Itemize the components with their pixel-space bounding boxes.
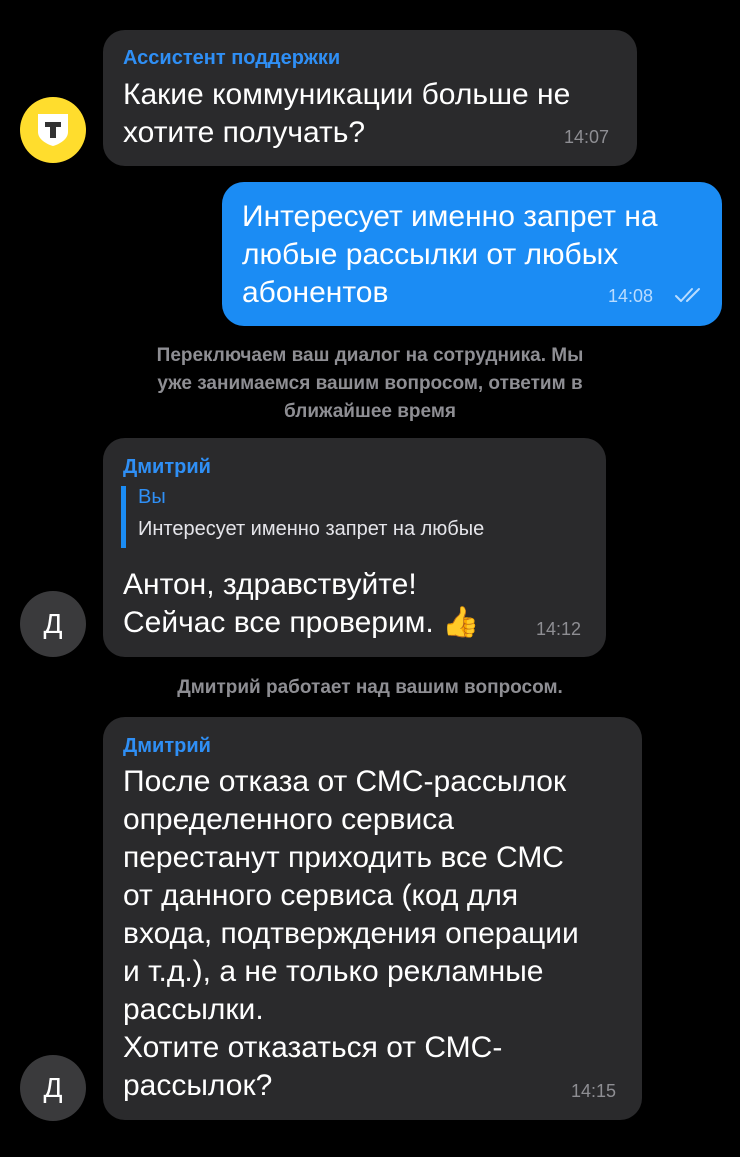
sender-name: Дмитрий (123, 735, 211, 757)
message-line: Сейчас все проверим. 👍 (123, 604, 479, 642)
message-text: Какие коммуникации больше не хотите полу… (123, 76, 570, 152)
message-line: рассылки. (123, 993, 264, 1026)
message-line-text: Сейчас все проверим. (123, 606, 434, 639)
system-note-line: ближайшее время (284, 401, 456, 422)
message-time: 14:07 (564, 127, 610, 147)
sender-name: Ассистент поддержки (123, 47, 341, 69)
sender-name: Дмитрий (123, 456, 211, 478)
message-line: от данного сервиса (код для (123, 879, 519, 912)
message-line: входа, подтверждения операции (123, 917, 579, 950)
assistant-avatar[interactable] (20, 97, 86, 163)
reply-author: Вы (138, 486, 166, 508)
message-line: рассылок? (123, 1069, 273, 1102)
message-line: любые рассылки от любых (242, 238, 619, 271)
message-text: После отказа от СМС-рассылок определенно… (123, 763, 579, 1105)
message-line: и т.д.), а не только рекламные (123, 955, 544, 988)
message-line: Антон, здравствуйте! (123, 568, 417, 601)
avatar-letter: Д (43, 1072, 63, 1103)
message-line: Интересует именно запрет на (242, 200, 658, 233)
message-line: хотите получать? (123, 116, 366, 149)
message-line: После отказа от СМС-рассылок (123, 765, 567, 798)
message-bubble[interactable]: Дмитрий Вы Интересует именно запрет на л… (103, 438, 606, 657)
agent-avatar[interactable]: Д (20, 591, 86, 657)
message-bubble[interactable]: Дмитрий После отказа от СМС-рассылок опр… (103, 717, 642, 1120)
avatar-letter: Д (43, 608, 63, 639)
system-note-line: Дмитрий работает над вашим вопросом. (177, 677, 563, 698)
message-outgoing[interactable]: Интересует именно запрет на любые рассыл… (222, 182, 722, 326)
reply-fade (550, 514, 596, 546)
system-note-working: Дмитрий работает над вашим вопросом. (0, 674, 740, 702)
agent-avatar[interactable]: Д (20, 1055, 86, 1121)
message-text: Интересует именно запрет на любые рассыл… (242, 198, 658, 312)
double-check-icon (675, 288, 700, 302)
message-time: 14:15 (571, 1081, 617, 1101)
system-note-line: Переключаем ваш диалог на сотрудника. Мы (156, 345, 584, 366)
message-line: перестанут приходить все СМС (123, 841, 564, 874)
message-bubble[interactable]: Ассистент поддержки Какие коммуникации б… (103, 30, 637, 166)
message-time: 14:12 (536, 619, 582, 639)
message-time: 14:08 (608, 286, 654, 306)
message-line: Хотите отказаться от СМС- (123, 1031, 503, 1064)
tinkoff-logo-icon (38, 114, 68, 146)
message-line: определенного сервиса (123, 803, 454, 836)
reply-snippet: Интересует именно запрет на любые (138, 518, 485, 540)
system-note-line: уже занимаемся вашим вопросом, ответим в (157, 373, 583, 394)
system-note-transfer: Переключаем ваш диалог на сотрудника. Мы… (0, 342, 740, 426)
message-line: Какие коммуникации больше не (123, 78, 571, 111)
message-text: Антон, здравствуйте! Сейчас все проверим… (123, 566, 479, 642)
message-line: абонентов (242, 276, 389, 309)
thumbs-up-icon: 👍 (442, 605, 480, 640)
reply-quote[interactable]: Вы Интересует именно запрет на любые (121, 486, 596, 548)
